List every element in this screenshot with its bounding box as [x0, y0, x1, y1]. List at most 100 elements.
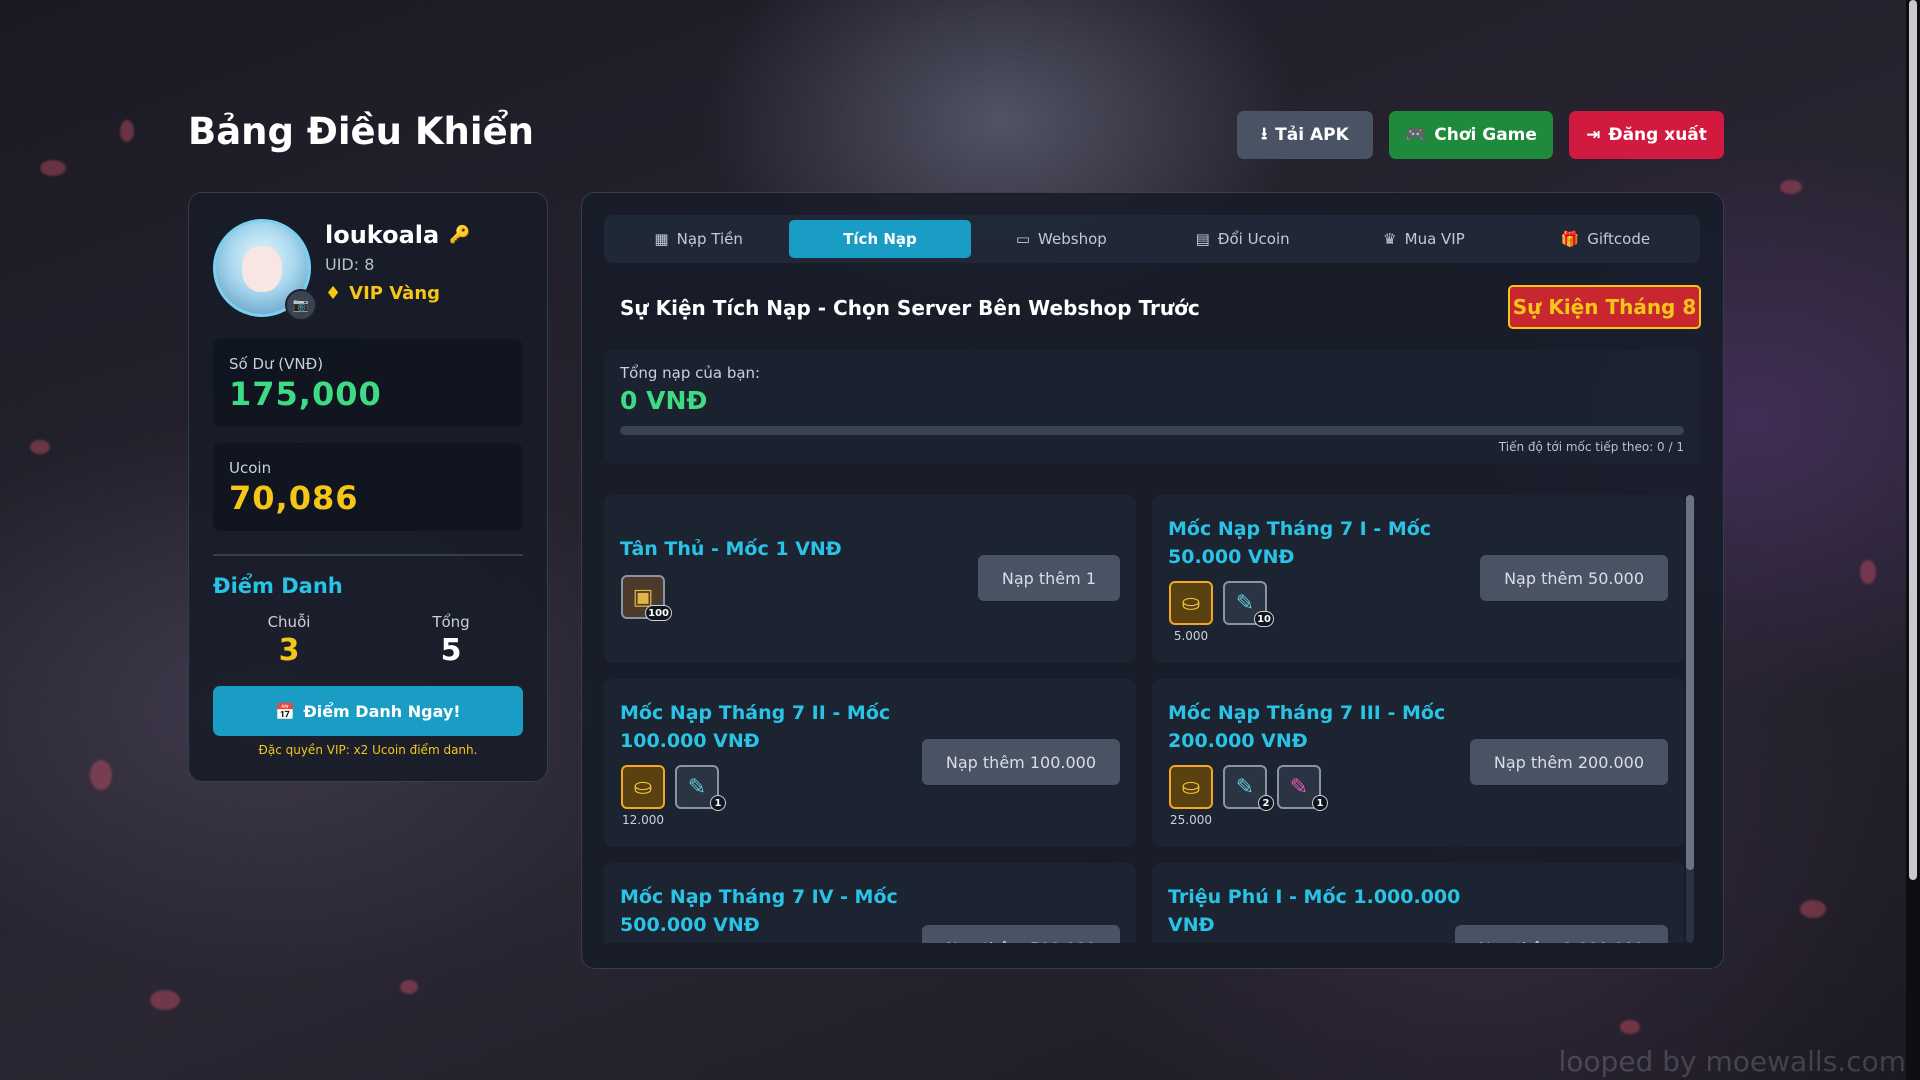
reward-list: ⛀ 5.000 ✎ 10 [1168, 581, 1274, 643]
progress-bar [620, 426, 1684, 435]
tab-label: Nạp Tiền [676, 230, 743, 248]
tab-label: Tích Nạp [843, 230, 917, 248]
reward-item[interactable]: ⛀ 12.000 [620, 765, 666, 827]
download-apk-button[interactable]: ⭳ Tải APK [1237, 111, 1373, 159]
reward-list: ▣ 100 [620, 575, 672, 621]
milestone-title: Mốc Nạp Tháng 7 IV - Mốc 500.000 VNĐ [620, 886, 898, 936]
tab-0[interactable]: ▦ Nạp Tiền [608, 220, 789, 258]
milestone-title: Tân Thủ - Mốc 1 VNĐ [620, 538, 842, 560]
vip-status: ♦ VIP Vàng [325, 283, 440, 304]
balance-box: Số Dư (VNĐ) 175,000 [213, 339, 523, 427]
topup-more-button[interactable]: Nạp thêm 500.000 [921, 925, 1120, 943]
logout-icon: ⇥ [1586, 125, 1601, 145]
milestones-scrollbar-thumb[interactable] [1686, 495, 1694, 870]
reward-item[interactable]: ⛀ 25.000 [1168, 765, 1214, 827]
gold-coin-icon: ⛀ [621, 765, 665, 809]
tab-3[interactable]: ▤ Đổi Ucoin [1152, 220, 1333, 258]
total-topup-box: Tổng nạp của bạn: 0 VNĐ Tiến độ tới mốc … [604, 350, 1700, 464]
milestone-card: Tân Thủ - Mốc 1 VNĐ Nạp thêm 1 ▣ 100 [604, 495, 1136, 663]
reward-item[interactable]: ✎ 1 [1276, 765, 1328, 811]
total-label: Tổng [432, 613, 470, 631]
ucoin-box: Ucoin 70,086 [213, 443, 523, 531]
tab-bar: ▦ Nạp Tiền Tích Nạp ▭ Webshop ▤ Đổi Ucoin ♛ Mua … [604, 215, 1700, 263]
milestone-card: Mốc Nạp Tháng 7 II - Mốc 100.000 VNĐ Nạp … [604, 679, 1136, 847]
vip-perk-note: Đặc quyền VIP: x2 Ucoin điểm danh. [258, 743, 478, 757]
reward-count-badge: 10 [1254, 611, 1274, 627]
milestone-card: Mốc Nạp Tháng 7 III - Mốc 200.000 VNĐ Nạp… [1152, 679, 1684, 847]
username: loukoala 🔑 [325, 221, 470, 249]
page-scrollbar-thumb[interactable] [1909, 0, 1917, 880]
milestone-card: Mốc Nạp Tháng 7 IV - Mốc 500.000 VNĐ Nạp … [604, 863, 1136, 943]
reward-quantity: 12.000 [622, 813, 664, 827]
checkin-button[interactable]: 📅 Điểm Danh Ngay! [213, 686, 523, 736]
reward-item[interactable]: ✎ 1 [674, 765, 726, 811]
page-title: Bảng Điều Khiển [188, 110, 535, 153]
ucoin-label: Ucoin [229, 459, 272, 477]
gold-coin-icon: ⛀ [1169, 581, 1213, 625]
tab-label: Đổi Ucoin [1217, 230, 1290, 248]
tab-label: Giftcode [1587, 230, 1651, 248]
milestone-title: Mốc Nạp Tháng 7 I - Mốc 50.000 VNĐ [1168, 518, 1432, 568]
reward-list: ⛀ 12.000 ✎ 1 [620, 765, 726, 827]
play-game-button[interactable]: 🎮 Chơi Game [1389, 111, 1553, 159]
reward-count-badge: 1 [1312, 795, 1328, 811]
milestone-title: Triệu Phú I - Mốc 1.000.000 VNĐ [1168, 886, 1461, 936]
gold-coin-icon: ⛀ [1169, 765, 1213, 809]
tab-1[interactable]: Tích Nạp [789, 220, 971, 258]
camera-icon[interactable]: 📷 [285, 289, 317, 321]
progress-note: Tiến độ tới mốc tiếp theo: 0 / 1 [1498, 440, 1684, 454]
page-scrollbar[interactable] [1906, 0, 1920, 1080]
tab-5[interactable]: 🎁 Giftcode [1515, 220, 1696, 258]
tab-4[interactable]: ♛ Mua VIP [1333, 220, 1514, 258]
balance-label: Số Dư (VNĐ) [229, 355, 324, 373]
balance-value: 175,000 [229, 375, 382, 413]
reward-count-badge: 1 [710, 795, 726, 811]
streak-value: 3 [278, 633, 300, 668]
topup-more-button[interactable]: Nạp thêm 50.000 [1480, 555, 1668, 601]
event-month-badge[interactable]: Sự Kiện Tháng 8 [1508, 285, 1701, 329]
user-id: UID: 8 [325, 255, 375, 274]
milestone-title: Mốc Nạp Tháng 7 III - Mốc 200.000 VNĐ [1168, 702, 1446, 752]
avatar-portrait [242, 246, 282, 292]
main-panel: ▦ Nạp Tiền Tích Nạp ▭ Webshop ▤ Đổi Ucoin ♛ Mua … [581, 192, 1724, 969]
topup-more-button[interactable]: Nạp thêm 100.000 [921, 739, 1120, 785]
ucoin-value: 70,086 [229, 479, 359, 517]
reward-item[interactable]: ⛀ 5.000 [1168, 581, 1214, 643]
header-actions: ⭳ Tải APK 🎮 Chơi Game ⇥ Đăng xuất [1237, 111, 1724, 159]
grid-icon: ▦ [654, 230, 669, 248]
logout-button[interactable]: ⇥ Đăng xuất [1569, 111, 1724, 159]
event-title: Sự Kiện Tích Nạp - Chọn Server Bên Websh… [620, 296, 1200, 320]
download-apk-label: Tải APK [1275, 125, 1349, 145]
tab-label: Webshop [1038, 230, 1107, 248]
reward-count-badge: 2 [1258, 795, 1274, 811]
total-topup-label: Tổng nạp của bạn: [620, 364, 761, 382]
diamond-icon: ♦ [325, 283, 342, 304]
streak-label: Chuỗi [267, 613, 311, 631]
username-text: loukoala [325, 221, 440, 249]
profile-panel: 📷 loukoala 🔑 UID: 8 ♦ VIP Vàng Số Dư (VN… [188, 192, 548, 782]
tab-label: Mua VIP [1404, 230, 1465, 248]
milestones-scrollbar[interactable] [1686, 495, 1694, 943]
topup-more-button[interactable]: Nạp thêm 1 [977, 555, 1120, 601]
topup-more-button[interactable]: Nạp thêm 1.000.000 [1454, 925, 1668, 943]
topup-more-button[interactable]: Nạp thêm 200.000 [1469, 739, 1668, 785]
play-game-label: Chơi Game [1434, 125, 1537, 145]
download-icon: ⭳ [1261, 123, 1268, 144]
reward-item[interactable]: ✎ 2 [1222, 765, 1274, 811]
reward-quantity: 25.000 [1170, 813, 1212, 827]
checkin-button-label: Điểm Danh Ngay! [303, 701, 461, 721]
calendar-icon: 📅 [275, 701, 296, 721]
checkin-streak: Chuỗi 3 [229, 613, 349, 668]
milestone-card: Mốc Nạp Tháng 7 I - Mốc 50.000 VNĐ Nạp th… [1152, 495, 1684, 663]
key-icon[interactable]: 🔑 [449, 225, 470, 245]
milestones-list[interactable]: Tân Thủ - Mốc 1 VNĐ Nạp thêm 1 ▣ 100 Mốc Nạp… [604, 495, 1684, 943]
reward-item[interactable]: ▣ 100 [620, 575, 672, 621]
gamepad-icon: 🎮 [1405, 125, 1427, 145]
total-value: 5 [440, 633, 462, 668]
tab-2[interactable]: ▭ Webshop [971, 220, 1152, 258]
wallet-icon: ▤ [1195, 230, 1210, 248]
reward-list: ⛀ 25.000 ✎ 2 ✎ 1 [1168, 765, 1328, 827]
watermark: looped by moewalls.com [1558, 1045, 1907, 1078]
reward-item[interactable]: ✎ 10 [1222, 581, 1274, 627]
logout-label: Đăng xuất [1608, 125, 1707, 145]
